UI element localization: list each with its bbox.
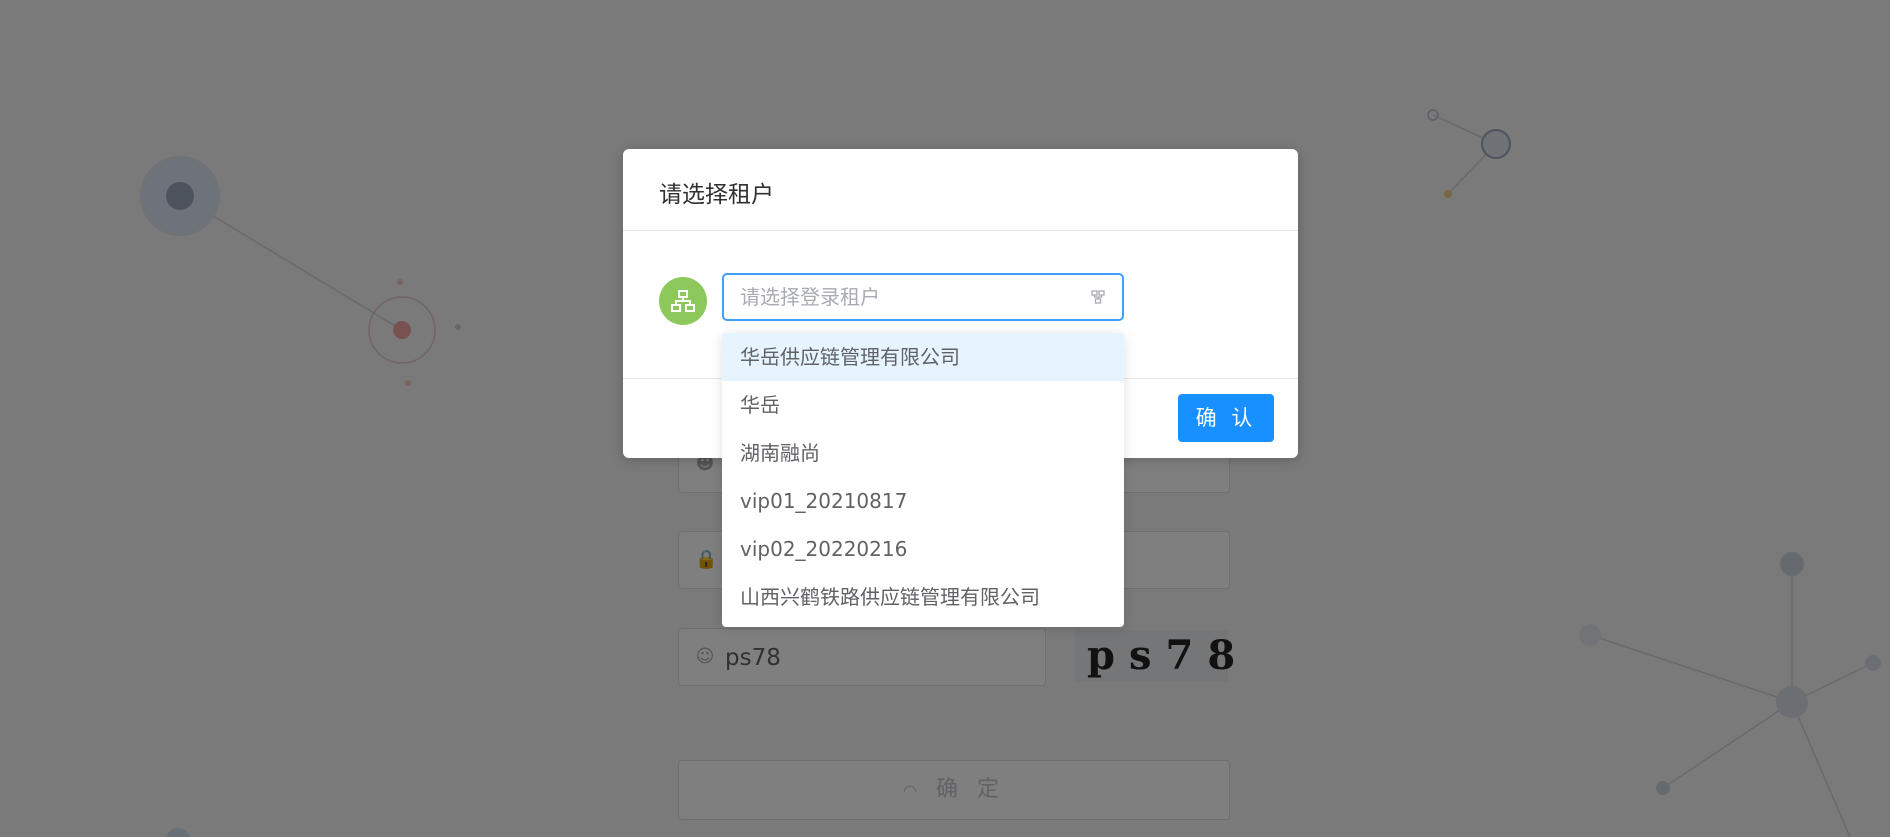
confirm-button[interactable]: 确 认: [1178, 394, 1274, 442]
tenant-select[interactable]: 请选择登录租户: [722, 273, 1124, 321]
dropdown-option[interactable]: vip02_20220216: [722, 525, 1124, 573]
dialog-divider: [623, 230, 1298, 231]
tenant-dropdown: 华岳供应链管理有限公司 华岳 湖南融尚 vip01_20210817 vip02…: [722, 333, 1124, 627]
dropdown-option[interactable]: 山西兴鹤铁路供应链管理有限公司: [722, 573, 1124, 621]
dropdown-option[interactable]: 华岳供应链管理有限公司: [722, 333, 1124, 381]
dialog-title: 请选择租户: [659, 182, 774, 208]
dropdown-option[interactable]: vip01_20210817: [722, 477, 1124, 525]
tenant-select-placeholder: 请选择登录租户: [740, 285, 880, 309]
dropdown-option[interactable]: 湖南融尚: [722, 429, 1124, 477]
tree-icon: [1090, 289, 1106, 309]
dropdown-option[interactable]: 华岳: [722, 381, 1124, 429]
org-structure-icon: [659, 277, 707, 325]
confirm-button-label: 确 认: [1195, 406, 1257, 430]
